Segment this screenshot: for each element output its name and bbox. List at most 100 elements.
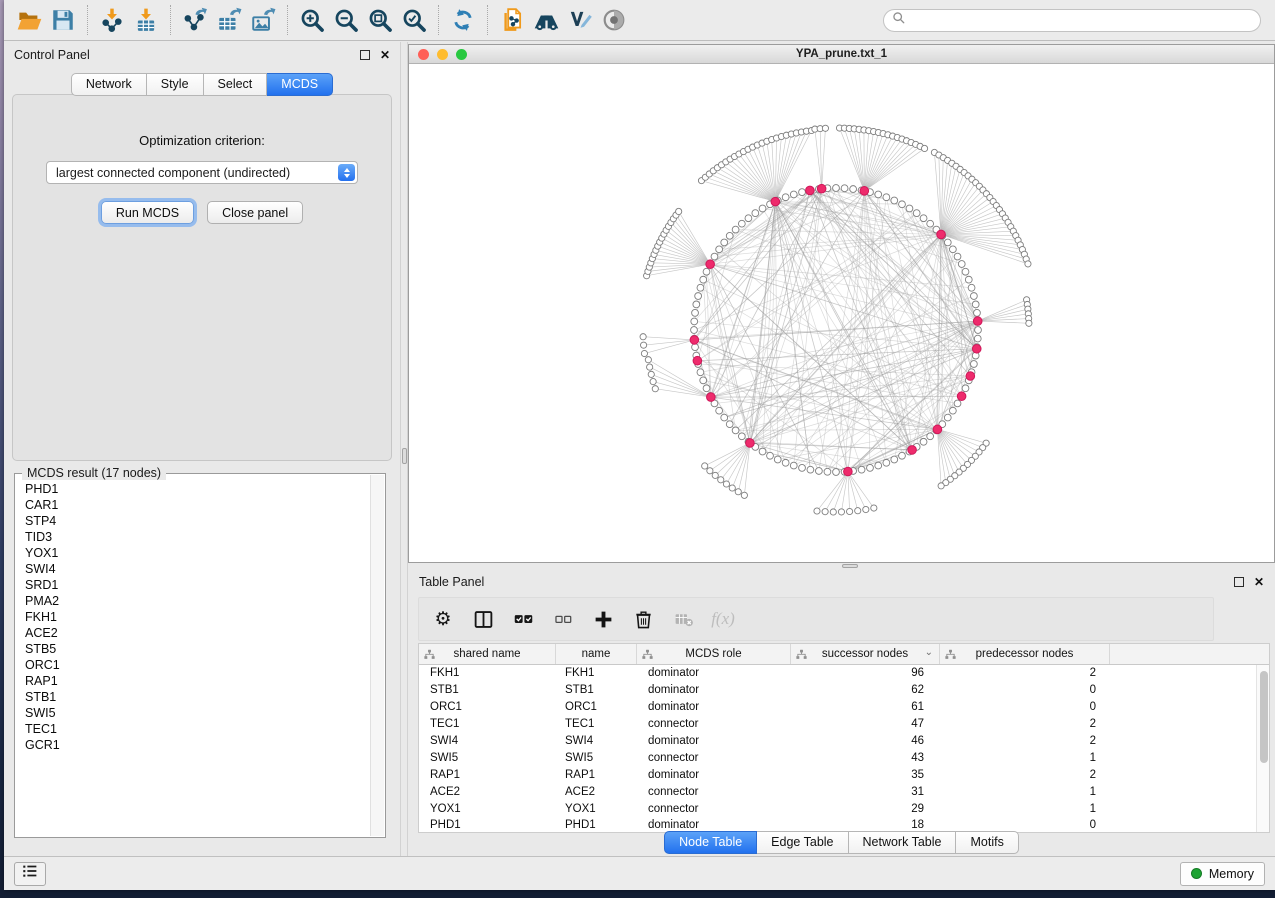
network-node[interactable] bbox=[738, 433, 745, 440]
network-node[interactable] bbox=[875, 191, 882, 198]
show-hide-columns-icon[interactable] bbox=[471, 607, 495, 631]
network-hub-node[interactable] bbox=[908, 446, 917, 455]
network-node[interactable] bbox=[640, 334, 646, 340]
network-node[interactable] bbox=[774, 456, 781, 463]
network-hub-node[interactable] bbox=[973, 317, 982, 326]
new-network-from-selection-icon[interactable] bbox=[495, 4, 529, 36]
network-node[interactable] bbox=[875, 462, 882, 469]
minimize-window-icon[interactable] bbox=[437, 49, 448, 60]
close-window-icon[interactable] bbox=[418, 49, 429, 60]
network-node[interactable] bbox=[921, 145, 927, 151]
sort-indicator-icon[interactable]: ⌄ bbox=[925, 647, 933, 658]
network-node[interactable] bbox=[920, 215, 927, 222]
network-node[interactable] bbox=[648, 371, 654, 377]
table-row[interactable]: RAP1RAP1dominator352 bbox=[419, 766, 1269, 783]
network-node[interactable] bbox=[650, 378, 656, 384]
network-node[interactable] bbox=[723, 481, 729, 487]
network-node[interactable] bbox=[799, 464, 806, 471]
table-row[interactable]: FKH1FKH1dominator962 bbox=[419, 665, 1269, 682]
network-node[interactable] bbox=[938, 483, 944, 489]
table-splitter-grip[interactable] bbox=[842, 564, 858, 568]
network-node[interactable] bbox=[767, 452, 774, 459]
network-node[interactable] bbox=[732, 226, 739, 233]
network-node[interactable] bbox=[790, 462, 797, 469]
network-node[interactable] bbox=[1025, 261, 1031, 267]
table-row[interactable]: ORC1ORC1dominator610 bbox=[419, 699, 1269, 716]
column-header-predecessor-nodes[interactable]: predecessor nodes bbox=[940, 644, 1110, 664]
network-node[interactable] bbox=[944, 414, 951, 421]
network-node[interactable] bbox=[641, 350, 647, 356]
close-panel-button[interactable]: Close panel bbox=[207, 201, 303, 224]
mcds-result-item[interactable]: TEC1 bbox=[25, 721, 370, 737]
optimization-criterion-select[interactable]: largest connected component (undirected) bbox=[46, 161, 358, 184]
network-hub-node[interactable] bbox=[746, 439, 755, 448]
mcds-result-item[interactable]: RAP1 bbox=[25, 673, 370, 689]
delete-columns-icon[interactable] bbox=[631, 607, 655, 631]
network-node[interactable] bbox=[858, 466, 865, 473]
network-node[interactable] bbox=[972, 301, 979, 308]
task-history-button[interactable] bbox=[14, 862, 46, 886]
network-node[interactable] bbox=[855, 508, 861, 514]
network-node[interactable] bbox=[726, 421, 733, 428]
create-column-icon[interactable] bbox=[591, 607, 615, 631]
network-node[interactable] bbox=[691, 318, 698, 325]
table-row[interactable]: ACE2ACE2connector311 bbox=[419, 783, 1269, 800]
network-node[interactable] bbox=[863, 506, 869, 512]
network-node[interactable] bbox=[822, 509, 828, 515]
splitter-grip[interactable] bbox=[402, 448, 407, 464]
network-hub-node[interactable] bbox=[860, 187, 869, 196]
mcds-result-item[interactable]: SWI4 bbox=[25, 561, 370, 577]
network-window-titlebar[interactable]: YPA_prune.txt_1 bbox=[409, 45, 1274, 64]
network-hub-node[interactable] bbox=[957, 392, 966, 401]
network-node[interactable] bbox=[732, 427, 739, 434]
panel-splitter[interactable] bbox=[400, 42, 408, 856]
network-node[interactable] bbox=[695, 293, 702, 300]
network-node[interactable] bbox=[891, 456, 898, 463]
close-panel-icon[interactable]: ✕ bbox=[380, 49, 390, 61]
network-canvas[interactable] bbox=[409, 64, 1274, 562]
network-node[interactable] bbox=[1026, 320, 1032, 326]
table-row[interactable]: SWI4SWI4dominator462 bbox=[419, 733, 1269, 750]
mcds-result-item[interactable]: GCR1 bbox=[25, 737, 370, 753]
network-node[interactable] bbox=[962, 385, 969, 392]
zoom-selected-icon[interactable] bbox=[397, 4, 431, 36]
network-node[interactable] bbox=[944, 239, 951, 246]
network-node[interactable] bbox=[782, 459, 789, 466]
network-node[interactable] bbox=[833, 185, 840, 192]
network-node[interactable] bbox=[759, 448, 766, 455]
network-node[interactable] bbox=[707, 468, 713, 474]
tab-node-table[interactable]: Node Table bbox=[664, 831, 757, 854]
network-node[interactable] bbox=[974, 309, 981, 316]
tab-edge-table[interactable]: Edge Table bbox=[757, 831, 848, 854]
export-network-icon[interactable] bbox=[178, 4, 212, 36]
network-node[interactable] bbox=[703, 268, 710, 275]
mcds-result-scrollbar[interactable] bbox=[370, 475, 384, 836]
refresh-network-icon[interactable] bbox=[446, 4, 480, 36]
network-node[interactable] bbox=[647, 364, 653, 370]
network-node[interactable] bbox=[822, 125, 828, 131]
import-network-icon[interactable] bbox=[95, 4, 129, 36]
export-table-icon[interactable] bbox=[212, 4, 246, 36]
export-image-icon[interactable] bbox=[246, 4, 280, 36]
network-node[interactable] bbox=[807, 466, 814, 473]
open-session-icon[interactable] bbox=[12, 4, 46, 36]
network-node[interactable] bbox=[962, 268, 969, 275]
mcds-result-item[interactable]: STB1 bbox=[25, 689, 370, 705]
mcds-result-item[interactable]: YOX1 bbox=[25, 545, 370, 561]
network-node[interactable] bbox=[799, 189, 806, 196]
network-node[interactable] bbox=[833, 469, 840, 476]
network-hub-node[interactable] bbox=[706, 260, 715, 269]
table-row[interactable]: TEC1TEC1connector472 bbox=[419, 716, 1269, 733]
float-panel-icon[interactable] bbox=[360, 50, 370, 60]
network-hub-node[interactable] bbox=[844, 467, 853, 476]
tab-select[interactable]: Select bbox=[204, 73, 268, 96]
network-node[interactable] bbox=[975, 327, 982, 334]
network-node[interactable] bbox=[700, 377, 707, 384]
network-node[interactable] bbox=[850, 186, 857, 193]
network-node[interactable] bbox=[883, 194, 890, 201]
network-node[interactable] bbox=[824, 468, 831, 475]
column-header-successor-nodes[interactable]: successor nodes⌄ bbox=[791, 644, 940, 664]
network-node[interactable] bbox=[652, 386, 658, 392]
network-node[interactable] bbox=[745, 215, 752, 222]
table-scrollbar-thumb[interactable] bbox=[1260, 671, 1268, 763]
